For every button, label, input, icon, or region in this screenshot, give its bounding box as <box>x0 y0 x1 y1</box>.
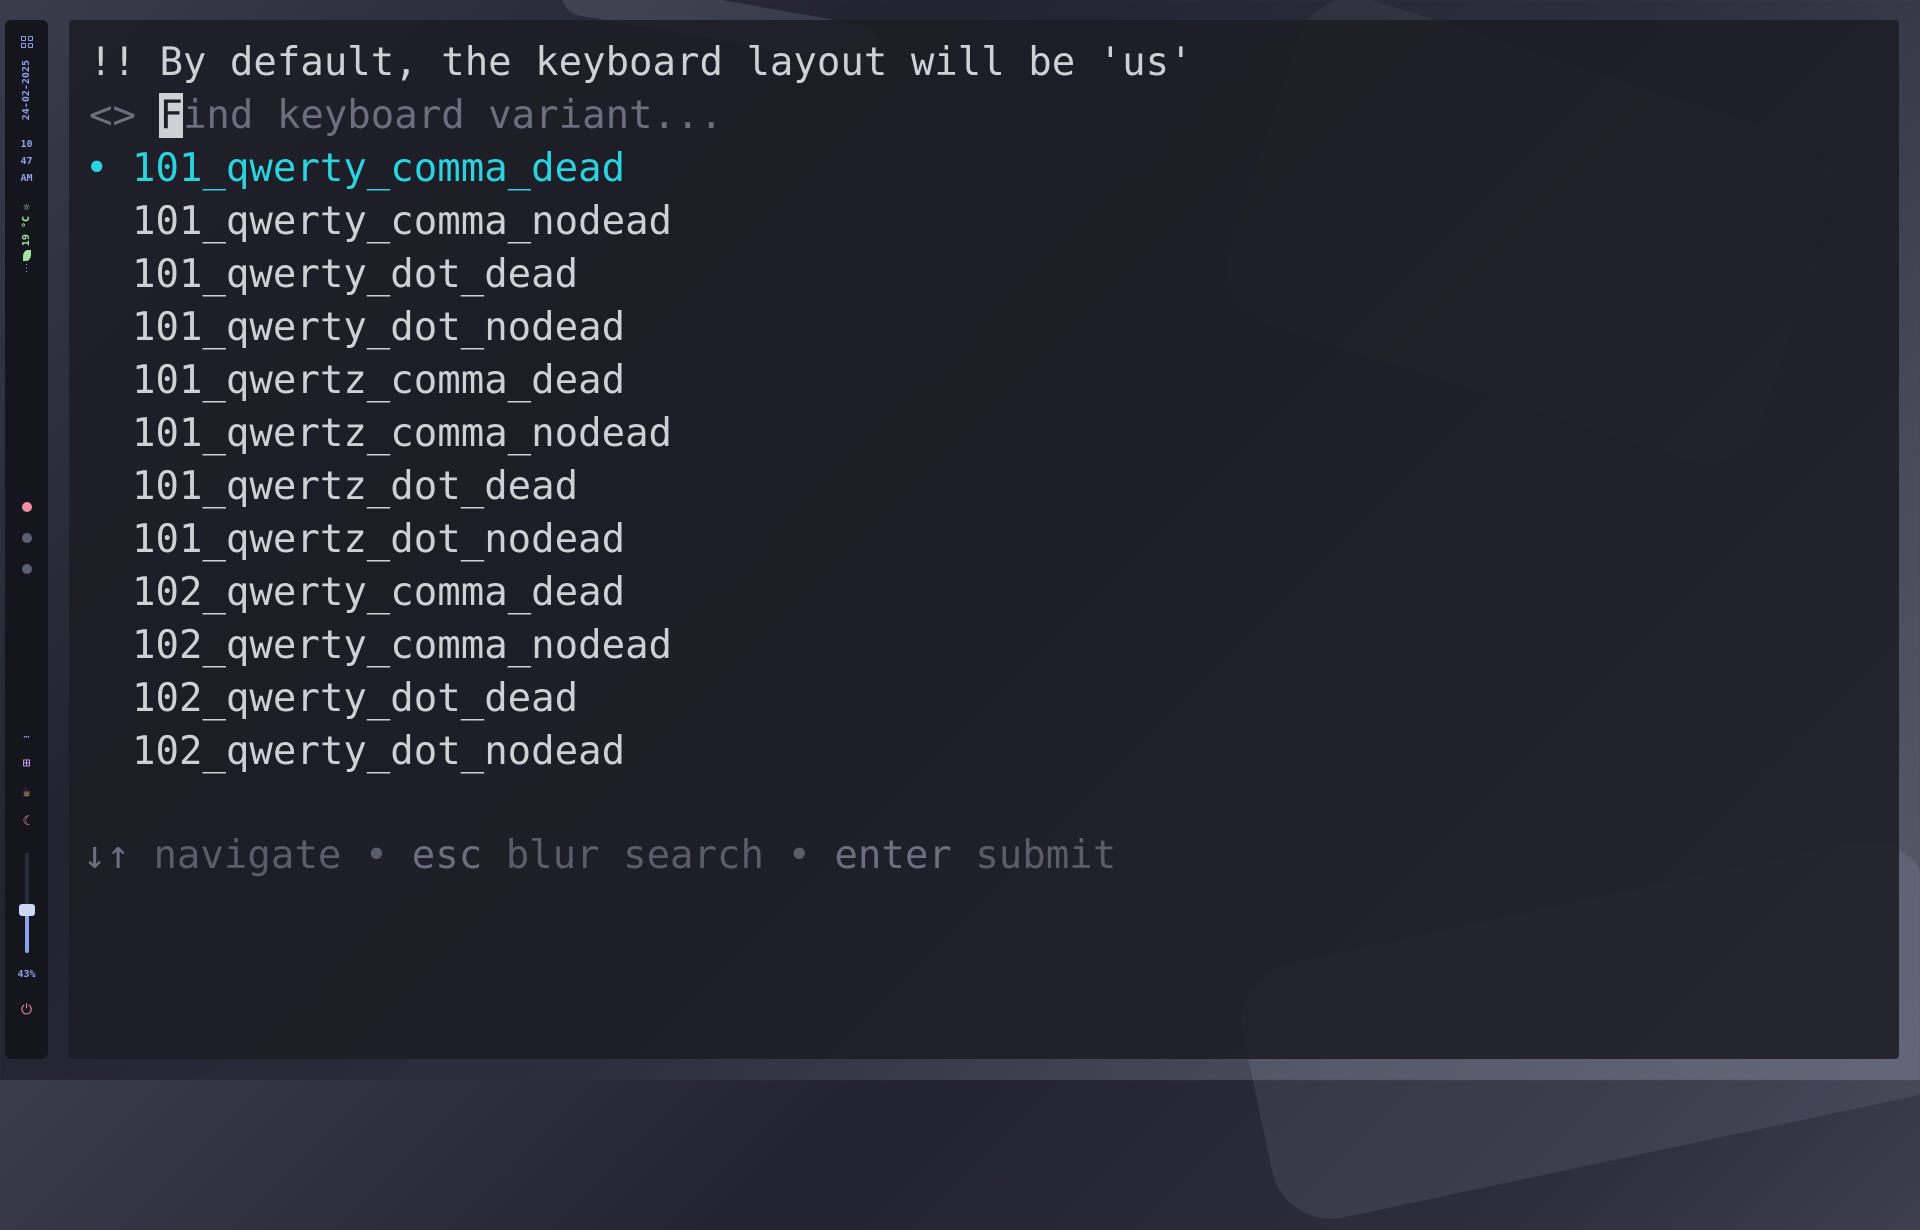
search-placeholder: ind keyboard variant... <box>182 93 723 138</box>
help-bar: ↓↑ navigate • esc blur search • enter su… <box>83 832 1116 880</box>
list-item[interactable]: 101_qwertz_comma_dead <box>132 357 625 405</box>
notice-mark: !! <box>89 40 136 85</box>
leaf-icon <box>22 250 31 262</box>
workspace-indicator[interactable] <box>21 533 32 543</box>
list-item[interactable]: 102_qwerty_dot_nodead <box>132 728 625 776</box>
clock-ampm: AM <box>20 173 33 185</box>
workspace-list <box>5 502 48 595</box>
help-navigate-key: ↓↑ <box>83 833 130 878</box>
volume-slider[interactable] <box>18 853 35 953</box>
terminal-window[interactable]: !! By default, the keyboard layout will … <box>69 20 1899 1059</box>
system-tray: ⋯ ⊞ ☕ ☾ 43% ⏻ <box>5 730 48 1019</box>
help-separator: • <box>787 833 811 878</box>
network-icon[interactable]: ⊞ <box>23 756 31 771</box>
date-label: 24-02-2025 <box>21 60 32 121</box>
power-icon[interactable]: ⏻ <box>21 1002 32 1018</box>
temperature-label: 19 °C <box>21 216 32 247</box>
more-icon: ⋮ <box>21 263 32 275</box>
help-enter-key: enter <box>834 833 952 878</box>
list-item[interactable]: 101_qwertz_comma_nodead <box>132 410 672 458</box>
clock-hour: 10 <box>20 139 33 151</box>
help-esc-key: esc <box>411 833 483 878</box>
selection-bullet: • <box>85 146 109 191</box>
workspace-indicator[interactable] <box>21 564 32 574</box>
help-esc-desc: blur search <box>505 833 764 878</box>
search-input[interactable]: <> Find keyboard variant... <box>89 92 723 140</box>
notice-line: !! By default, the keyboard layout will … <box>89 39 1193 87</box>
list-item[interactable]: 101_qwerty_comma_nodead <box>132 198 672 246</box>
list-item[interactable]: 102_qwerty_comma_dead <box>132 569 625 617</box>
volume-slider-fill <box>24 910 29 953</box>
volume-percent: 43% <box>17 969 36 980</box>
coffee-icon[interactable]: ☕ <box>23 785 31 800</box>
clock: 10 47 AM <box>20 136 32 187</box>
list-item[interactable]: 102_qwerty_comma_nodead <box>132 622 672 670</box>
workspace-indicator[interactable] <box>21 502 32 512</box>
list-item[interactable]: 102_qwerty_dot_dead <box>132 675 578 723</box>
more-icon: ⋯ <box>23 732 30 743</box>
notice-text: By default, the keyboard layout will be … <box>159 40 1193 85</box>
list-item[interactable]: 101_qwerty_comma_dead <box>132 145 625 193</box>
list-item[interactable]: 101_qwerty_dot_dead <box>132 251 578 299</box>
clock-minute: 47 <box>20 156 33 168</box>
list-item[interactable]: 101_qwerty_dot_nodead <box>132 304 625 352</box>
list-item[interactable]: 101_qwertz_dot_nodead <box>132 516 625 564</box>
side-bar: 24-02-2025 10 47 AM ☼ 19 °C ⋮ ⋯ ⊞ ☕ ☾ 43… <box>5 20 48 1059</box>
volume-slider-handle[interactable] <box>18 904 35 916</box>
list-item[interactable]: 101_qwertz_dot_dead <box>132 463 578 511</box>
help-enter-desc: submit <box>975 833 1117 878</box>
prompt-symbol: <> <box>89 93 136 138</box>
sun-icon: ☼ <box>23 201 30 215</box>
night-light-icon[interactable]: ☾ <box>23 814 31 829</box>
app-launcher-icon[interactable] <box>20 36 33 48</box>
help-navigate-desc: navigate <box>153 833 342 878</box>
help-separator: • <box>364 833 389 878</box>
text-cursor: F <box>159 93 183 138</box>
